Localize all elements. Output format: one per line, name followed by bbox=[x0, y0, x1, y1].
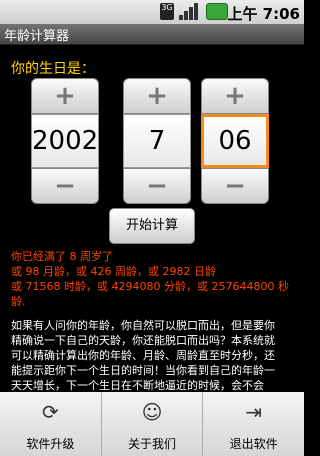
info-line: 天天增长，下一个生日在不断地逼近的时候，会不会 bbox=[11, 379, 264, 392]
menu-item-about[interactable]: ☺ 关于我们 bbox=[102, 392, 204, 456]
menu-item-label: 软件升级 bbox=[26, 437, 75, 451]
exit-icon: ⇥ bbox=[245, 400, 263, 424]
year-decrement-button[interactable]: − bbox=[31, 168, 99, 204]
start-calculate-button[interactable]: 开始计算 bbox=[109, 208, 195, 244]
signal-icon bbox=[179, 3, 199, 20]
result-line: 你已经满了 8 周岁了 bbox=[11, 250, 113, 263]
day-increment-button[interactable]: + bbox=[201, 78, 269, 114]
info-line: 精确说一下自己的天龄，你还能脱口而出吗？本系统就 bbox=[11, 334, 275, 347]
app-title-bar: 年龄计算器 bbox=[0, 24, 304, 45]
menu-item-exit[interactable]: ⇥ 退出软件 bbox=[203, 392, 304, 456]
status-time: 上午 7:06 bbox=[227, 5, 300, 23]
day-field[interactable]: 06 bbox=[201, 114, 269, 168]
info-line: 如果有人问你的年龄，你自然可以脱口而出，但是要你 bbox=[11, 319, 275, 332]
refresh-icon: ⟳ bbox=[41, 400, 59, 424]
menu-item-label: 退出软件 bbox=[229, 437, 278, 451]
day-decrement-button[interactable]: − bbox=[201, 168, 269, 204]
month-picker: + 7 − bbox=[123, 78, 191, 204]
status-bar: 3G 上午 7:06 bbox=[0, 0, 304, 24]
network-type-label: 3G bbox=[161, 3, 173, 12]
menu-item-upgrade[interactable]: ⟳ 软件升级 bbox=[0, 392, 102, 456]
info-line: 能提示距你下一个生日的时间！当你看到自己的年龄一 bbox=[11, 364, 275, 377]
day-picker: + 06 − bbox=[201, 78, 269, 204]
battery-icon bbox=[206, 3, 228, 20]
month-decrement-button[interactable]: − bbox=[123, 168, 191, 204]
result-line: 或 71568 时龄，或 4294080 分龄，或 257644800 秒 bbox=[11, 280, 289, 293]
app-title: 年龄计算器 bbox=[4, 29, 70, 44]
network-3g-icon: 3G bbox=[160, 3, 174, 20]
smiley-icon: ☺ bbox=[141, 400, 163, 424]
year-picker: + 2002 − bbox=[31, 78, 99, 204]
info-line: 可以精确计算出你的年龄、月龄、周龄直至时分秒，还 bbox=[11, 349, 275, 362]
month-increment-button[interactable]: + bbox=[123, 78, 191, 114]
menu-item-label: 关于我们 bbox=[128, 437, 177, 451]
result-line: 龄. bbox=[11, 295, 26, 308]
info-text: 如果有人问你的年龄，你自然可以脱口而出，但是要你 精确说一下自己的天龄，你还能脱… bbox=[11, 318, 299, 392]
options-menu: ⟳ 软件升级 ☺ 关于我们 ⇥ 退出软件 bbox=[0, 392, 304, 456]
year-increment-button[interactable]: + bbox=[31, 78, 99, 114]
result-line: 或 98 月龄，或 426 周龄，或 2982 日龄 bbox=[11, 265, 216, 278]
birthday-prompt: 你的生日是： bbox=[11, 61, 95, 77]
month-field[interactable]: 7 bbox=[123, 114, 191, 168]
year-field[interactable]: 2002 bbox=[31, 114, 99, 168]
